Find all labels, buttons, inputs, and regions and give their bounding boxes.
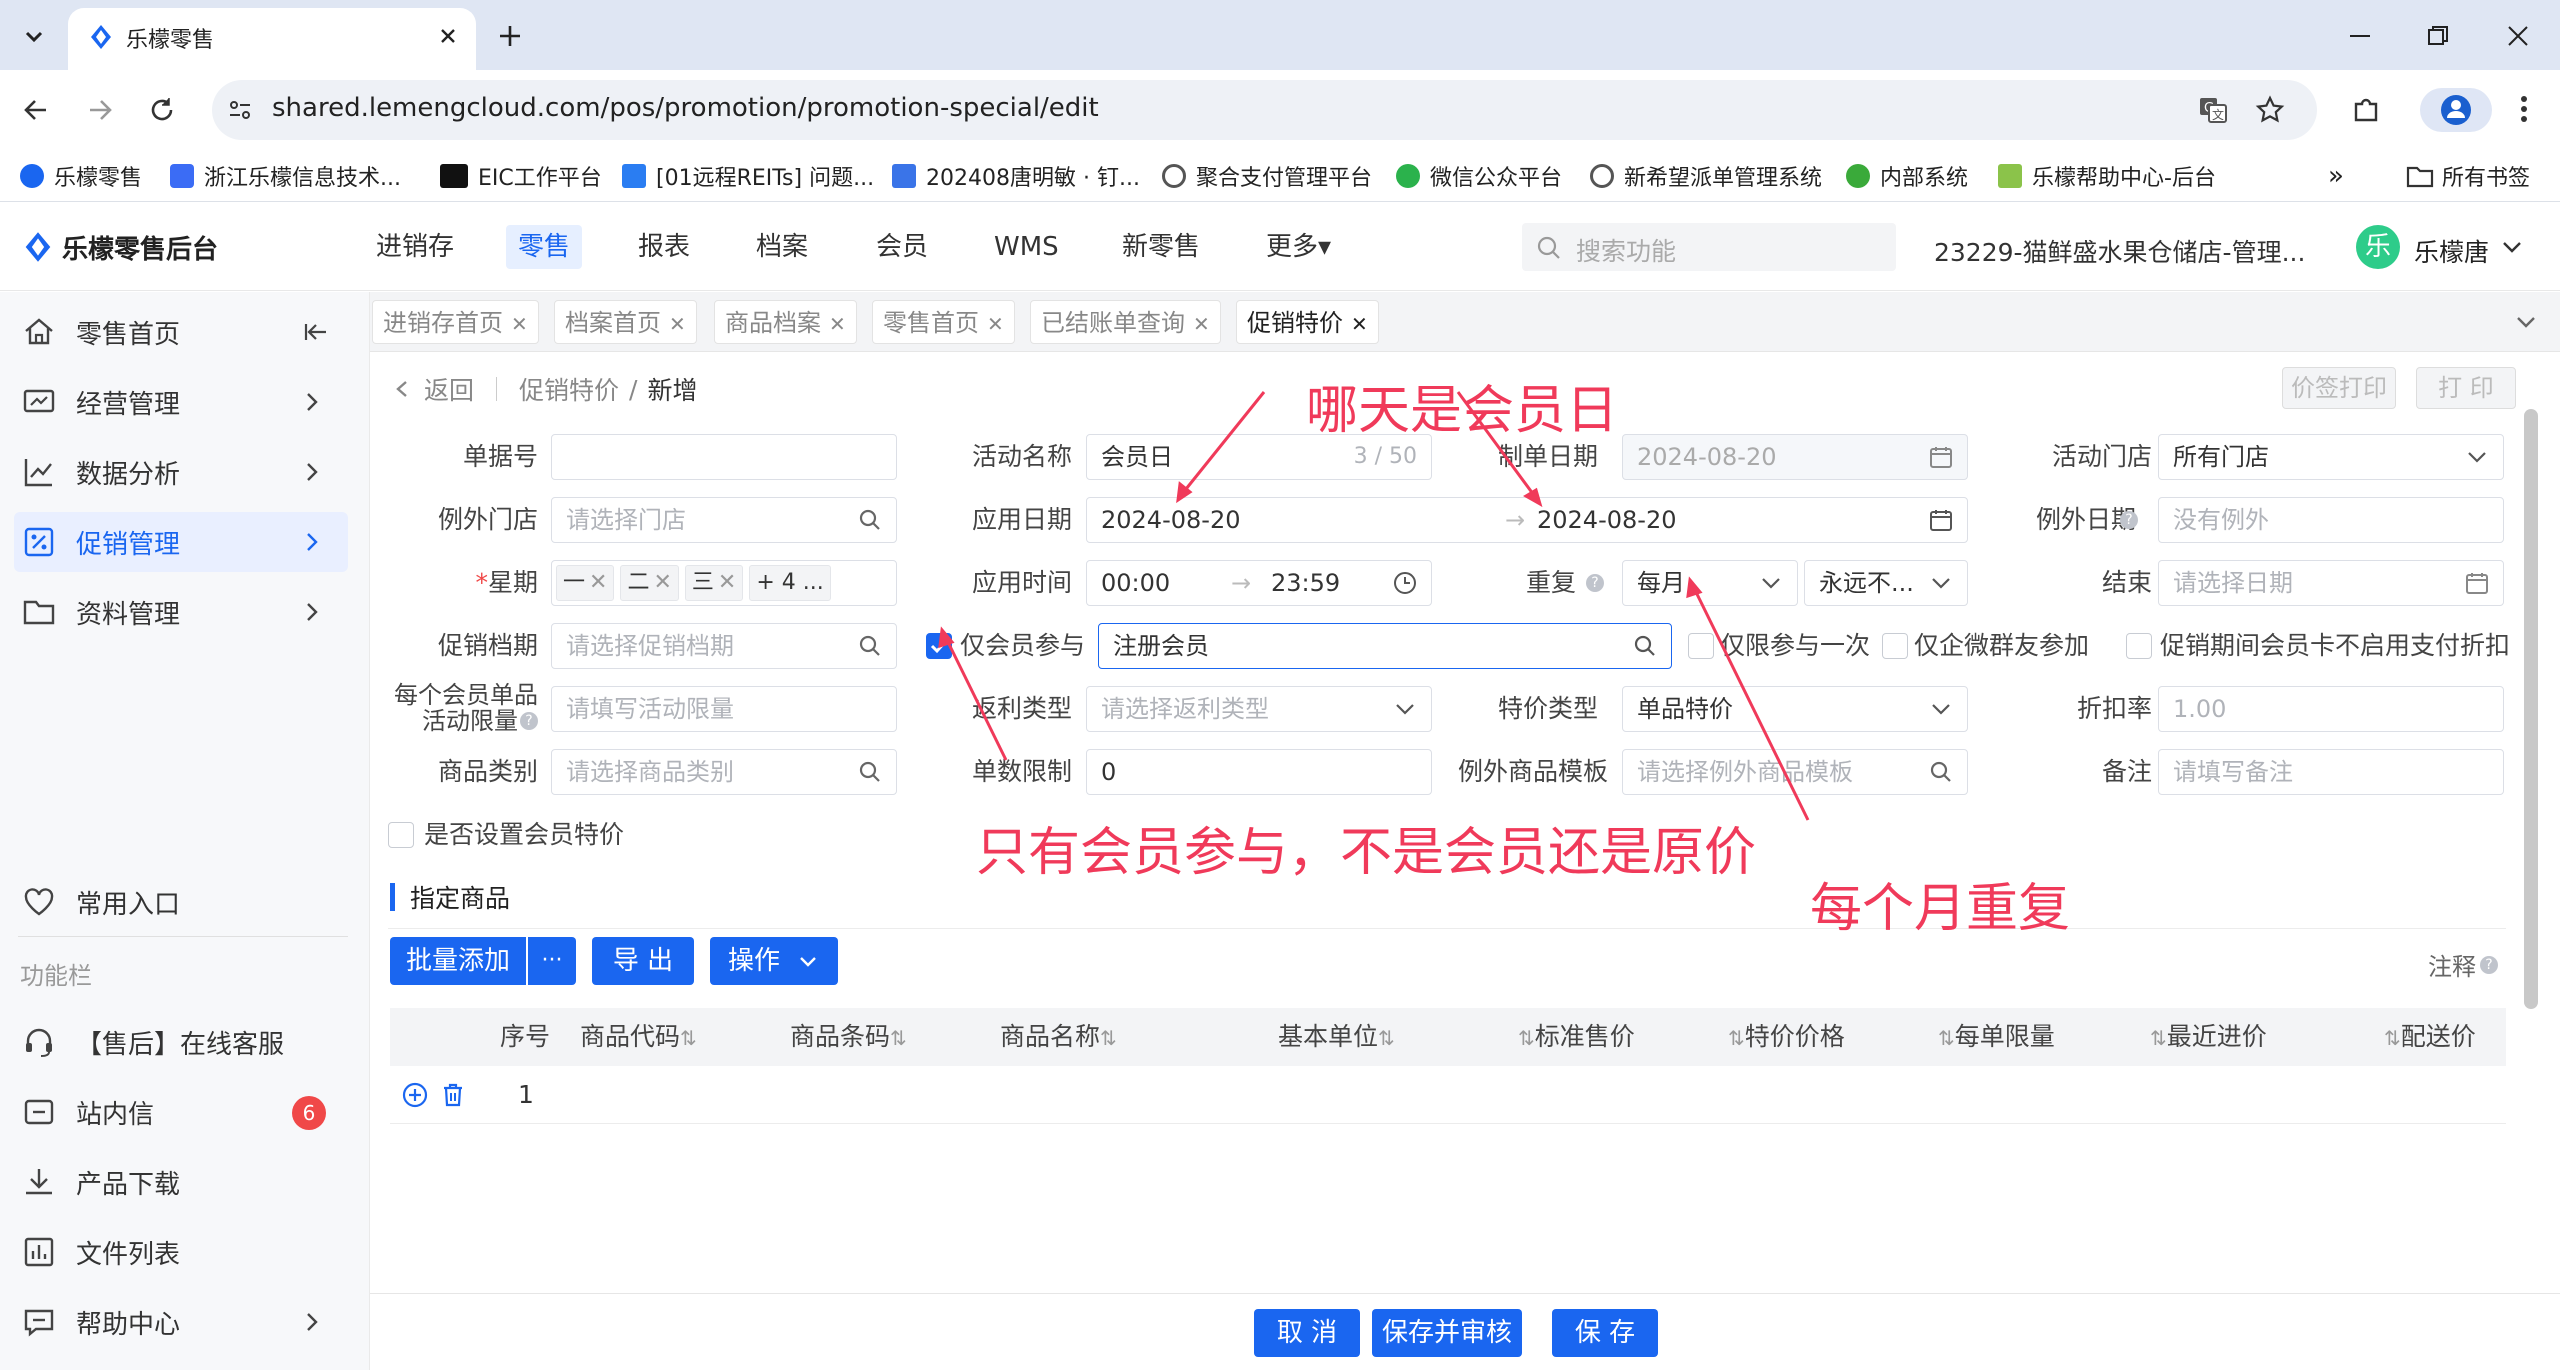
form-footer: 取 消 保存并审核 保 存 [370,1293,2560,1370]
annotation-member-only: 只有会员参与，不是会员还是原价 [976,823,1757,883]
save-button[interactable]: 保 存 [1552,1309,1658,1357]
annotation-arrows [938,391,1810,821]
annotation-arrowhead [938,626,955,649]
annotation-monthly-repeat: 每个月重复 [1810,879,2071,939]
annotation-arrow-3 [944,637,1008,761]
annotation-arrow-4 [1692,587,1810,821]
annotation-member-day: 哪天是会员日 [1306,381,1619,441]
annotation-arrowhead [1686,576,1703,599]
annotation-arrowhead [1523,487,1543,508]
cancel-button[interactable]: 取 消 [1254,1309,1360,1357]
annotation-arrow-1 [1180,391,1266,495]
save-and-review-button[interactable]: 保存并审核 [1372,1309,1522,1357]
